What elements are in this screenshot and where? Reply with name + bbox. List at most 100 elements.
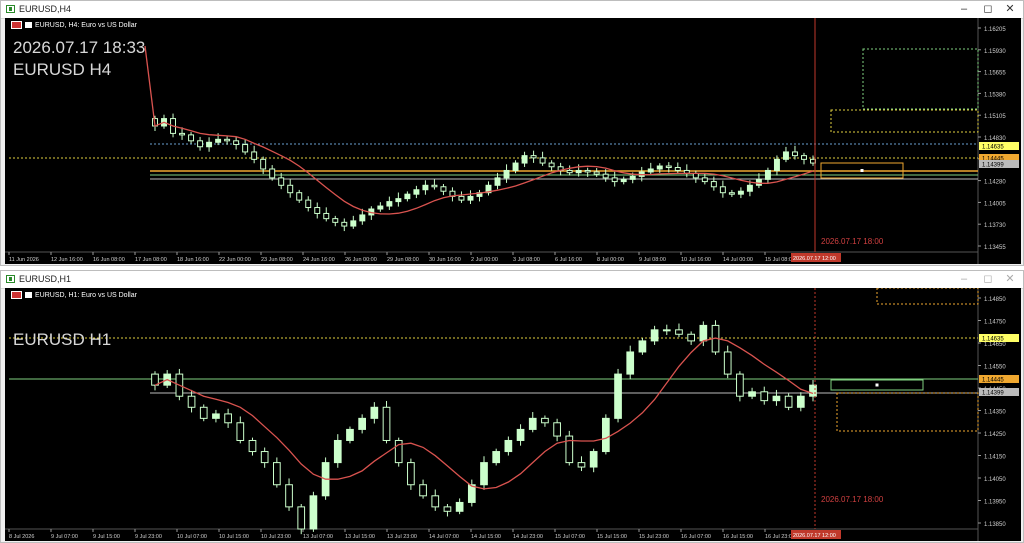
time-tick-label: 13 Jul 07:00 [303, 534, 333, 540]
time-tick-label: 22 Jun 00:00 [219, 257, 251, 263]
window-title: EURUSD,H1 [19, 274, 72, 284]
time-tick-label: 24 Jun 16:00 [303, 257, 335, 263]
time-tick-label: 23 Jun 08:00 [261, 257, 293, 263]
chart-type-icon [25, 292, 32, 298]
candle-body [528, 417, 537, 430]
price-badge-label: 1.14399 [982, 391, 1004, 397]
candle-body [629, 175, 636, 180]
candle-body [494, 177, 501, 186]
candle-body [297, 506, 306, 530]
candle-body [772, 395, 781, 402]
time-tick-label: 17 Jun 08:00 [135, 257, 167, 263]
candle-body [764, 169, 771, 180]
time-tick-label: 15 Jul 23:00 [639, 534, 669, 540]
candle-body [455, 501, 464, 512]
overlay-symbol: EURUSD H4 [13, 60, 112, 79]
candle-body [431, 184, 438, 188]
symbol-label: EURUSD, H4: Euro vs US Dollar [11, 21, 137, 29]
candle-body [647, 168, 654, 173]
candle-body [516, 428, 525, 441]
chart-area-h1[interactable]: 1.148501.147501.146501.145501.144501.143… [5, 288, 1021, 541]
time-tick-label: 15 Jul 07:00 [555, 534, 585, 540]
time-axis-badge-label: 2026.07.17 12:00 [793, 533, 836, 539]
time-tick-label: 30 Jun 16:00 [429, 257, 461, 263]
minimize-button[interactable]: – [953, 272, 975, 287]
candle-body [746, 184, 753, 192]
time-tick-label: 29 Jun 08:00 [387, 257, 419, 263]
candle-body [382, 406, 391, 441]
time-tick-label: 15 Jul 15:00 [597, 534, 627, 540]
candle-body [650, 329, 659, 342]
chart-window-h1[interactable]: EURUSD,H1 – ◻ ✕ 1.14850 1.14750 1.14650 1.1… [0, 270, 1024, 543]
time-tick-label: 11 Jun 2026 [9, 257, 39, 263]
price-badge-label: 1.14445 [982, 378, 1004, 384]
maximize-button[interactable]: ◻ [977, 272, 999, 287]
candle-body [285, 484, 293, 508]
candle-body [278, 177, 285, 186]
candle-body [503, 169, 510, 179]
time-tick-label: 13 Jul 15:00 [345, 534, 375, 540]
close-button[interactable]: ✕ [999, 2, 1021, 17]
candle-body [674, 167, 681, 171]
maximize-button[interactable]: ◻ [977, 2, 999, 17]
price-tick-label: 1.14280 [984, 180, 1006, 186]
candle-body [602, 173, 609, 179]
price-chart-h1[interactable]: 1.148501.147501.146501.145501.144501.143… [5, 288, 1021, 541]
candle-body [584, 169, 591, 173]
candle-body [809, 384, 817, 397]
candle-body [736, 373, 744, 397]
window-titlebar[interactable]: EURUSD,H4 – ◻ ✕ [1, 1, 1023, 19]
price-badge-label: 1.14635 [982, 145, 1004, 151]
chart-window-h4[interactable]: EURUSD,H4 – ◻ ✕ 1.16205 1.15930 1.15655 1.1… [0, 0, 1024, 266]
time-tick-label: 18 Jun 16:00 [177, 257, 209, 263]
chart-area-h4[interactable]: 1.16205 1.15930 1.15655 1.15380 1.15105 1.148… [5, 18, 1021, 264]
candle-body [530, 155, 537, 159]
zone-box [862, 48, 979, 110]
price-tick-label: 1.14550 [984, 365, 1006, 371]
price-badge-label: 1.14635 [982, 337, 1004, 343]
candle-body [377, 205, 384, 210]
minimize-button[interactable]: – [953, 2, 975, 17]
symbol-label: EURUSD, H1: Euro vs US Dollar [11, 291, 137, 299]
candle-body [467, 484, 476, 503]
price-tick-label: 1.14250 [984, 432, 1006, 438]
window-title: EURUSD,H4 [19, 4, 72, 14]
close-button[interactable]: ✕ [999, 272, 1021, 287]
candle-body [548, 162, 555, 168]
window-titlebar[interactable]: EURUSD,H1 – ◻ ✕ [1, 271, 1023, 289]
candle-body [692, 172, 699, 179]
candle-body [188, 134, 195, 142]
price-tick-label: 1.14830 [984, 136, 1006, 142]
candle-body [773, 158, 780, 171]
candle-body [719, 186, 726, 194]
candle-body [801, 155, 807, 160]
time-tick-label: 14 Jul 00:00 [723, 257, 753, 263]
overlay-datetime: 2026.07.17 18:33 [13, 38, 146, 57]
candle-body [359, 214, 366, 222]
candle-body [332, 218, 339, 223]
candle-body [760, 391, 769, 402]
time-tick-label: 12 Jun 16:00 [51, 257, 83, 263]
candle-body [260, 451, 269, 464]
time-tick-label: 8 Jul 00:00 [597, 257, 624, 263]
time-tick-label: 16 Jul 23:00 [765, 534, 795, 540]
candle-body [791, 151, 798, 157]
candle-body [566, 169, 573, 174]
candle-body [206, 141, 213, 148]
candle-body [710, 181, 717, 188]
flag-icon [11, 291, 22, 299]
candle-body [273, 462, 281, 486]
time-tick-label: 9 Jul 23:00 [135, 534, 162, 540]
price-tick-label: 1.13455 [984, 245, 1006, 251]
price-tick-label: 1.15930 [984, 49, 1006, 55]
chart-type-icon [25, 22, 32, 28]
price-chart-h4[interactable]: 1.16205 1.15930 1.15655 1.15380 1.15105 1.148… [5, 18, 1021, 264]
candle-body [395, 198, 402, 203]
time-tick-label: 14 Jul 23:00 [513, 534, 543, 540]
zone-box [876, 288, 979, 305]
chart-window-icon [6, 275, 15, 283]
candle-body [737, 190, 744, 195]
candle-body [269, 168, 276, 179]
symbol-text: EURUSD, H1: Euro vs US Dollar [35, 291, 137, 299]
candle-body [179, 132, 186, 136]
